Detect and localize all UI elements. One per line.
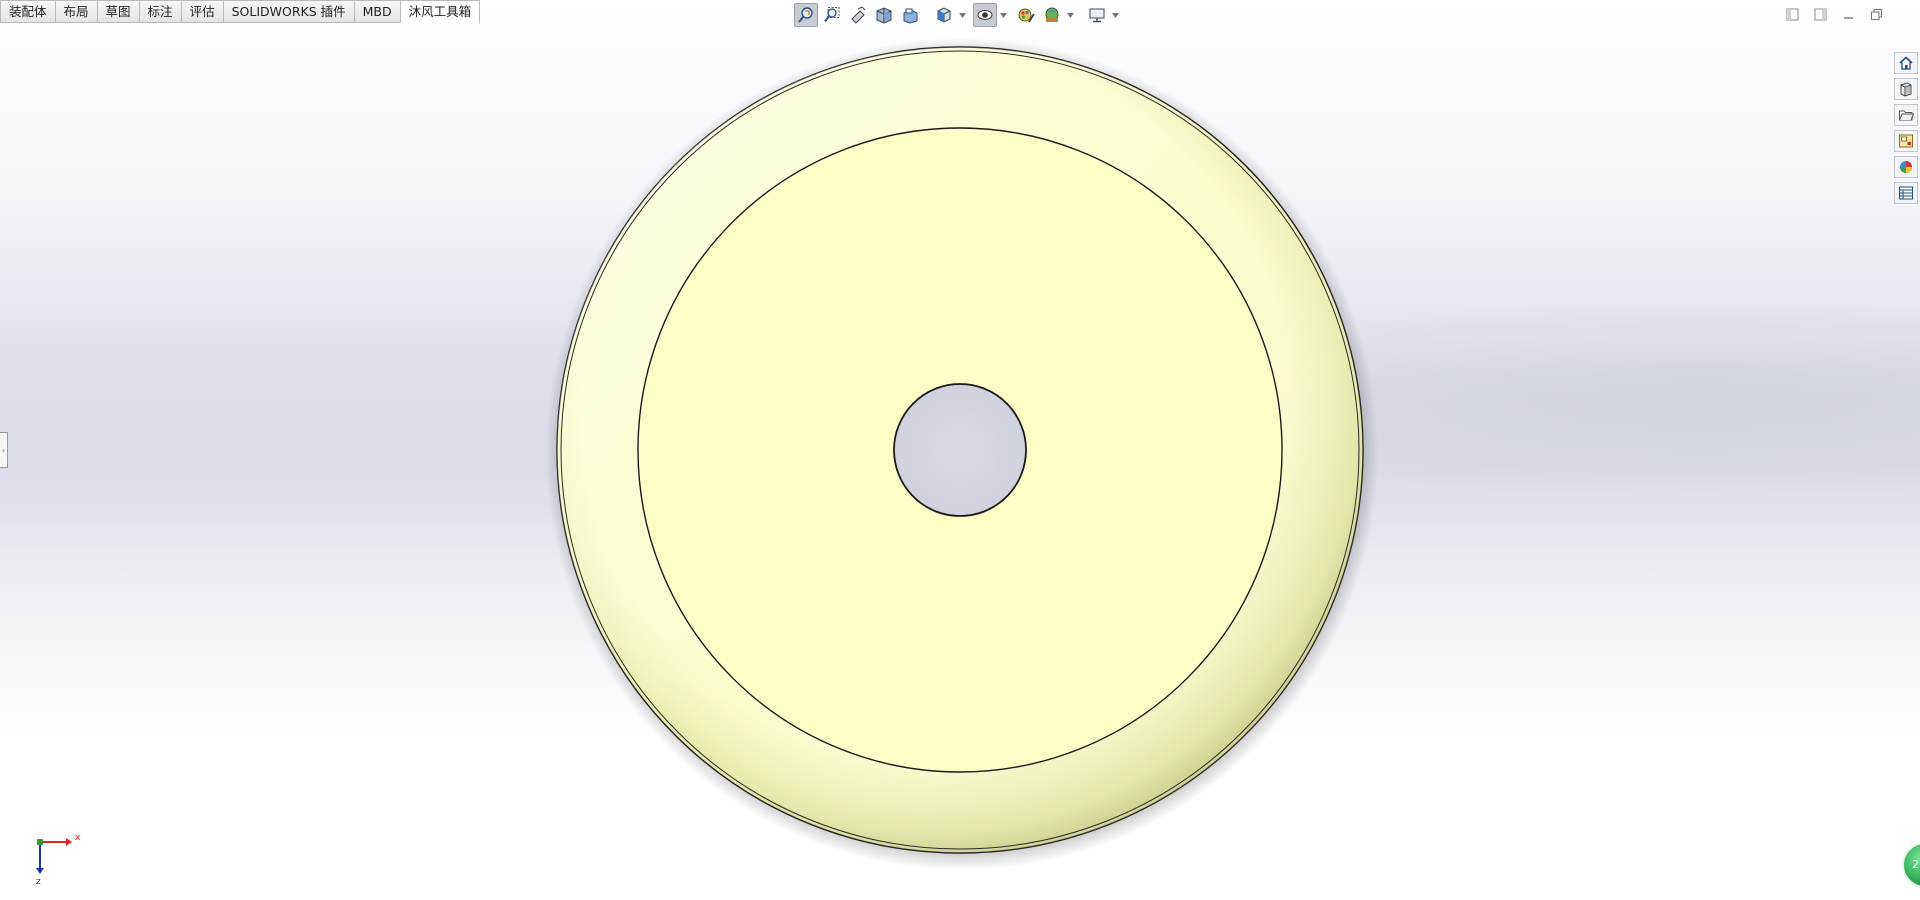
tab-layout[interactable]: 布局: [55, 0, 98, 23]
apply-scene-icon[interactable]: [1040, 3, 1064, 27]
tab-evaluate[interactable]: 评估: [181, 0, 224, 23]
tab-sketch[interactable]: 草图: [97, 0, 140, 23]
design-library-icon[interactable]: [1894, 78, 1918, 100]
x-axis-label: x: [75, 833, 81, 843]
view-settings-icon[interactable]: [1085, 3, 1109, 27]
tile-left-icon[interactable]: [1784, 6, 1800, 22]
display-style-dropdown[interactable]: [999, 3, 1008, 27]
heads-up-view-toolbar: [794, 2, 1120, 28]
tile-right-icon[interactable]: [1812, 6, 1828, 22]
z-axis-label: z: [36, 877, 41, 886]
section-view-icon[interactable]: [872, 3, 896, 27]
tab-assembly[interactable]: 装配体: [0, 0, 56, 23]
minimize-icon[interactable]: [1840, 6, 1856, 22]
tab-mufeng-toolbox[interactable]: 沐风工具箱: [400, 0, 481, 24]
edit-appearance-icon[interactable]: [1014, 3, 1038, 27]
tab-solidworks-addins[interactable]: SOLIDWORKS 插件: [223, 0, 355, 23]
zoom-to-fit-icon[interactable]: [794, 3, 818, 27]
view-orientation-icon[interactable]: [932, 3, 956, 27]
document-window-controls: [1784, 6, 1884, 22]
view-settings-dropdown[interactable]: [1111, 3, 1120, 27]
appearances-icon[interactable]: [1894, 156, 1918, 178]
view-orientation-dropdown[interactable]: [958, 3, 967, 27]
file-explorer-icon[interactable]: [1894, 104, 1918, 126]
previous-view-icon[interactable]: [846, 3, 870, 27]
home-icon[interactable]: [1894, 52, 1918, 74]
dynamic-annotation-view-icon[interactable]: [898, 3, 922, 27]
tab-mbd[interactable]: MBD: [354, 0, 401, 23]
view-palette-icon[interactable]: [1894, 130, 1918, 152]
task-pane-tabs: [1890, 52, 1920, 204]
feature-manager-expand-handle[interactable]: ›: [0, 432, 8, 468]
tab-markup[interactable]: 标注: [139, 0, 182, 23]
apply-scene-dropdown[interactable]: [1066, 3, 1075, 27]
part-model[interactable]: [0, 0, 1920, 900]
restore-icon[interactable]: [1868, 6, 1884, 22]
zoom-to-area-icon[interactable]: [820, 3, 844, 27]
display-style-icon[interactable]: [973, 3, 997, 27]
command-manager-tabs: 装配体 布局 草图 标注 评估 SOLIDWORKS 插件 MBD 沐风工具箱: [0, 0, 481, 24]
center-hole: [893, 383, 1027, 517]
reference-triad: x z: [36, 833, 81, 886]
custom-properties-icon[interactable]: [1894, 182, 1918, 204]
